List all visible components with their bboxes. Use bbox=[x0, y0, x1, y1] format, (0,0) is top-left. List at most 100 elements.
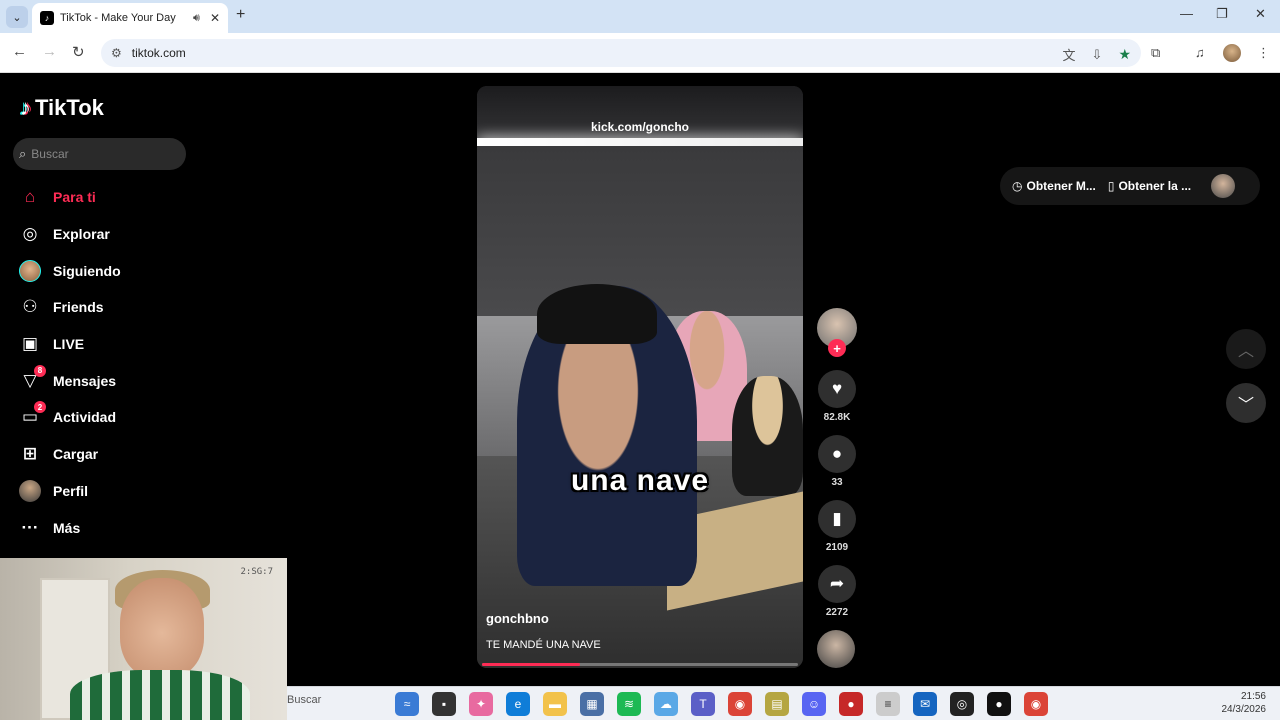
onedrive-icon[interactable]: ☁ bbox=[654, 692, 678, 716]
user-avatar[interactable] bbox=[1211, 174, 1236, 198]
sidebar-item-label: Perfil bbox=[53, 482, 89, 499]
sidebar-item-friends[interactable]: ⚇ Friends bbox=[18, 289, 121, 326]
media-controls-icon[interactable]: ♫ bbox=[1195, 45, 1205, 60]
chrome-icon[interactable]: ◉ bbox=[728, 692, 752, 716]
url-text: tiktok.com bbox=[131, 46, 186, 60]
sidebar-item-siguiendo[interactable]: Siguiendo bbox=[18, 252, 121, 289]
tiktok-logo[interactable]: ♪ TikTok bbox=[20, 95, 104, 121]
translate-icon[interactable]: 文 bbox=[1063, 45, 1076, 64]
sidebar-item-cargar[interactable]: ⊞ Cargar bbox=[18, 436, 121, 473]
game-app-icon[interactable]: ● bbox=[839, 692, 863, 716]
sidebar-item-label: LIVE bbox=[53, 336, 85, 353]
file-explorer-icon[interactable]: ▬ bbox=[543, 692, 567, 716]
clock-time: 21:56 bbox=[1240, 691, 1266, 702]
sidebar-item-label: Para ti bbox=[53, 189, 96, 206]
reload-icon[interactable]: ↻ bbox=[72, 43, 85, 61]
get-app-button[interactable]: ▯ Obtener la ... bbox=[1108, 179, 1191, 193]
comment-button[interactable]: ● 33 bbox=[816, 435, 858, 488]
new-tab-button[interactable]: + bbox=[236, 6, 245, 24]
speaker-icon[interactable]: 🔊︎ bbox=[193, 12, 200, 25]
share-icon: ➦ bbox=[818, 565, 856, 603]
chevron-down-icon[interactable]: ﹀ bbox=[1226, 383, 1266, 423]
restore-icon[interactable]: ❐ bbox=[1216, 6, 1228, 22]
coin-icon: ◷ bbox=[1012, 179, 1023, 193]
spotify-icon[interactable]: ≋ bbox=[617, 692, 641, 716]
sidebar-item-para-ti[interactable]: ⌂ Para ti bbox=[18, 179, 121, 216]
browser-tab[interactable]: ♪ TikTok - Make Your Day 🔊︎ ✕ bbox=[32, 3, 228, 33]
edge-icon[interactable]: e bbox=[506, 692, 530, 716]
sidebar-item-label: Friends bbox=[53, 299, 104, 316]
sidebar-item-label: Siguiendo bbox=[53, 262, 121, 279]
browser-menu-icon[interactable]: ⋮ bbox=[1257, 45, 1270, 61]
extensions-icon[interactable]: ⧉ bbox=[1151, 45, 1160, 61]
follow-plus-icon[interactable]: + bbox=[828, 339, 846, 357]
sidebar-item-explorar[interactable]: ◎ Explorar bbox=[18, 216, 121, 253]
video-author[interactable]: gonchbno bbox=[486, 611, 549, 626]
messages-badge: 8 bbox=[34, 364, 46, 377]
share-button[interactable]: ➦ 2272 bbox=[816, 565, 858, 618]
video-person-cap bbox=[537, 284, 657, 344]
screen-capture-icon[interactable]: ◎ bbox=[950, 692, 974, 716]
home-icon: ⌂ bbox=[24, 187, 36, 207]
video-progress-bar[interactable] bbox=[482, 663, 798, 666]
tiktok-logo-icon: ♪ bbox=[20, 95, 31, 120]
following-avatar bbox=[19, 259, 41, 282]
sidebar-item-mas[interactable]: ··· Más bbox=[18, 509, 121, 546]
sidebar-item-actividad[interactable]: ▭ 2 Actividad bbox=[18, 399, 121, 436]
upload-icon: ⊞ bbox=[22, 444, 38, 464]
comment-icon: ● bbox=[818, 435, 856, 473]
video-scene-light bbox=[477, 138, 803, 146]
system-clock[interactable]: 21:56 24/3/2026 bbox=[1222, 690, 1267, 716]
sidebar-item-live[interactable]: ▣ LIVE bbox=[18, 326, 121, 363]
clock-date: 24/3/2026 bbox=[1221, 704, 1267, 715]
search-input[interactable]: ⌕ Buscar bbox=[13, 138, 186, 170]
address-bar[interactable]: ⚙ tiktok.com 文 ⇩ ★ bbox=[101, 39, 1141, 67]
sidebar-item-label: Más bbox=[53, 519, 81, 536]
outlook-icon[interactable]: ✉ bbox=[913, 692, 937, 716]
document-app-icon[interactable]: ≡ bbox=[876, 692, 900, 716]
profile-avatar-icon bbox=[18, 479, 42, 503]
following-avatar-icon bbox=[18, 259, 42, 283]
teams-icon[interactable]: T bbox=[691, 692, 715, 716]
logo-text: TikTok bbox=[35, 95, 104, 120]
search-icon: ⌕ bbox=[19, 146, 27, 161]
save-button[interactable]: ▮ 2109 bbox=[816, 500, 858, 553]
webcam-overlay: 2:SG:7 bbox=[0, 558, 287, 720]
minimize-icon[interactable]: — bbox=[1180, 6, 1193, 21]
video-player[interactable]: kick.com/goncho una nave gonchbno TE MAN… bbox=[477, 86, 803, 668]
taskbar: Buscar ≈ ▪ ✦ e ▬ ▦ ≋ ☁ T ◉ ▤ ☺ ● ≡ ✉ ◎ ●… bbox=[287, 686, 1280, 720]
site-info-icon[interactable]: ⚙ bbox=[111, 46, 122, 60]
more-icon: ··· bbox=[21, 517, 39, 537]
close-window-icon[interactable]: ✕ bbox=[1255, 6, 1266, 22]
close-tab-icon[interactable]: ✕ bbox=[210, 11, 220, 25]
video-description: TE MANDÉ UNA NAVE bbox=[486, 639, 601, 651]
sidebar-item-label: Cargar bbox=[53, 446, 99, 463]
browser-profile-avatar[interactable] bbox=[1223, 44, 1241, 62]
notes-app-icon[interactable]: ▤ bbox=[765, 692, 789, 716]
install-app-icon[interactable]: ⇩ bbox=[1092, 47, 1103, 63]
video-caption: una nave bbox=[570, 464, 710, 497]
discord-icon[interactable]: ☺ bbox=[802, 692, 826, 716]
forward-icon[interactable]: → bbox=[42, 43, 57, 60]
get-coins-button[interactable]: ◷ Obtener M... bbox=[1012, 179, 1096, 193]
media-app-icon[interactable]: ● bbox=[987, 692, 1011, 716]
tiktok-favicon-icon: ♪ bbox=[40, 11, 54, 25]
like-count: 82.8K bbox=[823, 412, 851, 423]
bookmark-star-icon[interactable]: ★ bbox=[1118, 46, 1131, 63]
music-disc-avatar[interactable] bbox=[817, 630, 855, 668]
tab-search-button[interactable]: ⌄ bbox=[6, 6, 28, 28]
taskbar-search[interactable]: Buscar bbox=[287, 694, 321, 706]
like-button[interactable]: ♥ 82.8K bbox=[816, 370, 858, 423]
calculator-icon[interactable]: ▦ bbox=[580, 692, 604, 716]
widgets-icon[interactable]: ≈ bbox=[395, 692, 419, 716]
task-view-icon[interactable]: ▪ bbox=[432, 692, 456, 716]
copilot-icon[interactable]: ✦ bbox=[469, 692, 493, 716]
sidebar-item-label: Actividad bbox=[53, 409, 117, 426]
compass-icon: ◎ bbox=[22, 224, 38, 244]
chevron-up-icon[interactable]: ︿ bbox=[1226, 329, 1266, 369]
browser-tab-bar: ⌄ ♪ TikTok - Make Your Day 🔊︎ ✕ + — ❐ ✕ bbox=[0, 0, 1280, 33]
back-icon[interactable]: ← bbox=[12, 43, 27, 60]
sidebar-item-perfil[interactable]: Perfil bbox=[18, 473, 121, 510]
sidebar-item-mensajes[interactable]: ▽ 8 Mensajes bbox=[18, 362, 121, 399]
chrome-active-icon[interactable]: ◉ bbox=[1024, 692, 1048, 716]
